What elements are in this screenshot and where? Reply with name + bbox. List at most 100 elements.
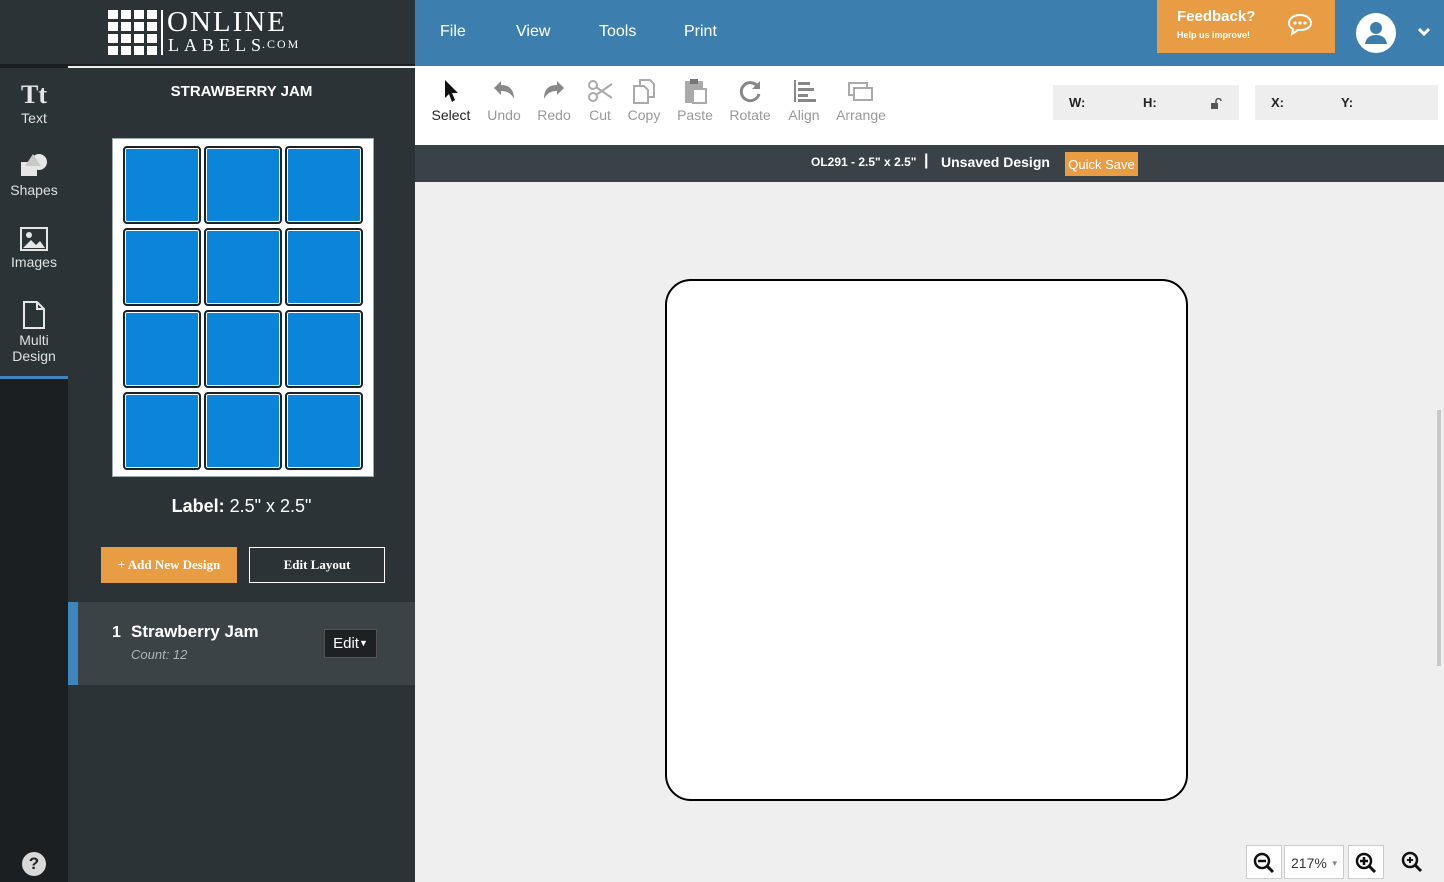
rail-item-multi-design[interactable]: Multi Design	[0, 290, 68, 379]
zoom-fit-button[interactable]	[1394, 845, 1430, 879]
rail-label-images: Images	[11, 254, 57, 270]
sheet-cell	[285, 310, 363, 388]
top-bar: File View Tools Print Feedback? Help us …	[415, 0, 1444, 66]
paste-tool[interactable]: Paste	[675, 78, 715, 123]
document-icon	[23, 301, 45, 329]
undo-tool[interactable]: Undo	[485, 78, 523, 123]
panel-title: STRAWBERRY JAM	[170, 83, 313, 100]
text-icon: Tt	[21, 80, 47, 109]
design-edit-button[interactable]: Edit▼	[324, 629, 377, 658]
help-icon[interactable]: ?	[22, 852, 46, 876]
sheet-cell	[285, 146, 363, 224]
zoom-in-button[interactable]	[1348, 845, 1384, 879]
rail-label-text: Text	[21, 110, 47, 126]
user-menu[interactable]	[1343, 0, 1444, 66]
cut-tool[interactable]: Cut	[585, 78, 615, 123]
sheet-cell	[204, 146, 282, 224]
height-label: H:	[1143, 95, 1157, 110]
copy-label: Copy	[627, 107, 661, 123]
rail-item-shapes[interactable]: Shapes	[0, 142, 68, 216]
rotate-tool[interactable]: Rotate	[728, 78, 772, 123]
label-size-value: 2.5" x 2.5"	[224, 496, 312, 516]
redo-tool[interactable]: Redo	[535, 78, 573, 123]
copy-tool[interactable]: Copy	[626, 78, 662, 123]
status-separator: |	[924, 152, 929, 169]
zoom-out-icon	[1253, 852, 1275, 874]
sheet-cell	[204, 228, 282, 306]
product-sku: OL291 - 2.5" x 2.5"	[811, 155, 917, 169]
sheet-cell	[123, 228, 201, 306]
redo-label: Redo	[537, 107, 571, 123]
sheet-cell	[204, 310, 282, 388]
logo-line1: ONLINE	[167, 6, 287, 38]
zoom-fit-icon	[1401, 851, 1423, 873]
align-icon	[794, 80, 816, 102]
design-number: 1	[112, 624, 121, 641]
rotate-label: Rotate	[729, 107, 771, 123]
caret-down-icon: ▼	[1330, 859, 1339, 868]
chat-bubble-icon	[1287, 13, 1313, 36]
rotate-icon	[739, 81, 761, 103]
add-new-design-button[interactable]: + Add New Design	[101, 547, 237, 583]
menu-print[interactable]: Print	[684, 23, 717, 41]
menu-tools[interactable]: Tools	[599, 23, 636, 41]
user-icon	[1365, 22, 1387, 44]
vertical-scrollbar[interactable]	[1437, 410, 1441, 666]
avatar	[1356, 13, 1396, 53]
unlock-icon[interactable]	[1210, 98, 1222, 109]
paste-label: Paste	[677, 107, 713, 123]
size-fields[interactable]: W: H:	[1053, 85, 1239, 120]
x-label: X:	[1271, 95, 1284, 110]
status-bar: OL291 - 2.5" x 2.5" | Unsaved Design Qui…	[415, 145, 1444, 182]
edit-layout-button[interactable]: Edit Layout	[249, 547, 385, 583]
redo-icon	[544, 81, 564, 99]
design-count: Count: 12	[131, 647, 188, 662]
arrange-tool[interactable]: Arrange	[834, 78, 888, 123]
design-list-item[interactable]: 1 Strawberry Jam Count: 12 Edit▼	[68, 602, 415, 685]
sheet-cell	[123, 310, 201, 388]
rail-label-shapes: Shapes	[10, 182, 58, 198]
zoom-controls: 217% ▼	[1246, 844, 1434, 880]
logo-grid-icon	[108, 10, 157, 55]
zoom-level-select[interactable]: 217% ▼	[1284, 845, 1344, 879]
design-status: Unsaved Design	[941, 154, 1050, 170]
logo-line2: LABELS	[168, 35, 267, 55]
toolbar: Select Undo Redo Cut Copy Paste Rotate A…	[415, 66, 1444, 145]
label-canvas[interactable]	[665, 279, 1188, 801]
canvas-area	[415, 182, 1444, 882]
clipboard-icon	[685, 79, 707, 104]
quick-save-button[interactable]: Quick Save	[1065, 152, 1138, 176]
y-label: Y:	[1341, 95, 1354, 110]
menu-view[interactable]: View	[516, 23, 550, 41]
label-size: Label: 2.5" x 2.5"	[68, 496, 415, 517]
menu-file[interactable]: File	[440, 23, 466, 41]
undo-label: Undo	[487, 107, 521, 123]
label-sheet-preview[interactable]	[112, 138, 374, 477]
align-tool[interactable]: Align	[785, 78, 823, 123]
cursor-icon	[445, 80, 458, 102]
label-size-prefix: Label:	[171, 496, 225, 516]
design-panel: STRAWBERRY JAM Label: 2.5" x 2.5" + Add …	[68, 68, 415, 882]
design-name: Strawberry Jam	[131, 622, 259, 641]
logo-suffix: .COM	[262, 37, 301, 51]
select-tool[interactable]: Select	[431, 78, 471, 123]
feedback-button[interactable]: Feedback? Help us improve!	[1157, 0, 1335, 53]
sheet-cell	[123, 146, 201, 224]
width-label: W:	[1069, 95, 1086, 110]
zoom-in-icon	[1355, 852, 1377, 874]
copy-icon	[633, 79, 655, 104]
select-label: Select	[431, 107, 471, 123]
sheet-cell	[204, 392, 282, 470]
rail-item-images[interactable]: Images	[0, 216, 68, 290]
position-fields[interactable]: X: Y:	[1255, 85, 1438, 120]
sheet-cell	[285, 228, 363, 306]
zoom-level: 217%	[1291, 855, 1327, 871]
rail-item-text[interactable]: Tt Text	[0, 68, 68, 142]
shapes-icon	[21, 154, 47, 176]
undo-icon	[494, 81, 514, 99]
cut-label: Cut	[589, 107, 611, 123]
zoom-out-button[interactable]	[1246, 845, 1282, 879]
sheet-cell	[123, 392, 201, 470]
design-edit-label: Edit	[333, 635, 359, 652]
logo-strip: ONLINE LABELS .COM	[0, 0, 415, 66]
